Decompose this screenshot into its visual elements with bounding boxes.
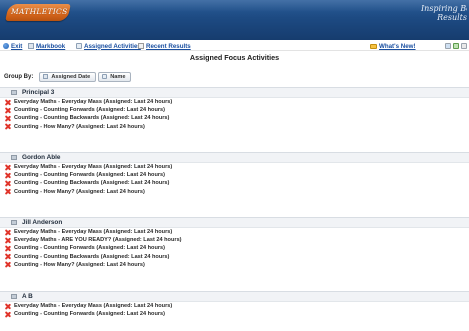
group-name: Jill Anderson [22,219,63,226]
exit-label[interactable]: Exit [11,43,22,50]
activity-text: Counting - Counting Forwards (Assigned: … [14,311,166,318]
delete-icon[interactable] [5,303,11,309]
logo-text: MATHLETICS [11,7,68,16]
activity-text: Counting - How Many? (Assigned: Last 24 … [14,188,145,195]
delete-icon[interactable] [5,115,11,121]
list-item[interactable]: Counting - Counting Backwards (Assigned:… [0,114,469,122]
tagline-line-1: Inspiring Bet [421,4,467,13]
page-title: Assigned Focus Activities [189,53,280,62]
list-item[interactable]: Counting - Counting Forwards (Assigned: … [0,106,469,114]
group-header[interactable]: Principal 3 [0,87,469,98]
activity-text: Everyday Maths - Everyday Mass (Assigned… [14,164,173,171]
calendar-icon [43,74,49,79]
delete-icon[interactable] [5,172,11,178]
activity-text: Counting - Counting Backwards (Assigned:… [14,115,170,122]
group-by-assigned-date-label: Assigned Date [51,73,91,80]
list-item[interactable]: Counting - Counting Forwards (Assigned: … [0,171,469,179]
list-item[interactable]: Counting - Counting Backwards (Assigned:… [0,253,469,261]
group-jill-anderson: Jill Anderson Everyday Maths - Everyday … [0,217,469,269]
activity-text: Counting - How Many? (Assigned: Last 24 … [14,123,145,130]
group-a-b: A B Everyday Maths - Everyday Mass (Assi… [0,291,469,318]
assigned-activities-icon [76,43,82,49]
activity-text: Everyday Maths - Everyday Mass (Assigned… [14,99,173,106]
group-gordon-able: Gordon Able Everyday Maths - Everyday Ma… [0,152,469,196]
delete-icon[interactable] [5,124,11,130]
markbook-label[interactable]: Markbook [36,43,65,50]
group-principal-3: Principal 3 Everyday Maths - Everyday Ma… [0,87,469,131]
activity-text: Counting - Counting Backwards (Assigned:… [14,180,170,187]
markbook-icon [28,43,34,49]
recent-results-icon [138,43,144,49]
name-icon [102,74,108,79]
activity-text: Everyday Maths - ARE YOU READY? (Assigne… [14,237,182,244]
delete-icon[interactable] [5,245,11,251]
group-by-bar: Group By: Assigned Date Name [4,71,133,82]
list-item[interactable]: Everyday Maths - Everyday Mass (Assigned… [0,163,469,171]
whats-new-label[interactable]: What's New! [379,43,416,50]
collapse-icon[interactable] [11,220,17,225]
group-by-assigned-date-button[interactable]: Assigned Date [39,71,97,82]
group-by-label: Group By: [4,73,34,80]
exit-link[interactable]: Exit [3,42,22,50]
list-item[interactable]: Counting - How Many? (Assigned: Last 24 … [0,261,469,269]
activity-text: Counting - How Many? (Assigned: Last 24 … [14,261,145,268]
delete-icon[interactable] [5,164,11,170]
activity-text: Everyday Maths - Everyday Mass (Assigned… [14,229,173,236]
collapse-icon[interactable] [11,155,17,160]
group-name: Principal 3 [22,89,55,96]
toolbar: Exit Markbook Assigned Activities Recent… [0,40,469,51]
list-item[interactable]: Everyday Maths - ARE YOU READY? (Assigne… [0,236,469,244]
list-item[interactable]: Counting - Counting Forwards (Assigned: … [0,244,469,252]
toolbar-mini-icons [443,42,467,50]
delete-icon[interactable] [5,237,11,243]
delete-icon[interactable] [5,254,11,260]
tagline: Inspiring Bet Results [421,4,467,22]
group-header[interactable]: Gordon Able [0,152,469,163]
delete-icon[interactable] [5,189,11,195]
activity-text: Counting - Counting Forwards (Assigned: … [14,172,166,179]
list-item[interactable]: Counting - How Many? (Assigned: Last 24 … [0,123,469,131]
activity-text: Counting - Counting Forwards (Assigned: … [14,245,166,252]
group-by-name-label: Name [110,73,126,80]
list-item[interactable]: Everyday Maths - Everyday Mass (Assigned… [0,228,469,236]
delete-icon[interactable] [5,107,11,113]
export-icon[interactable] [453,43,459,49]
markbook-link[interactable]: Markbook [28,42,65,50]
group-name: A B [22,293,33,300]
assigned-activities-label[interactable]: Assigned Activities [84,43,141,50]
delete-icon[interactable] [5,262,11,268]
whats-new-icon [370,43,377,49]
print-icon[interactable] [445,43,451,49]
activity-text: Counting - Counting Forwards (Assigned: … [14,107,166,114]
list-item[interactable]: Counting - Counting Backwards (Assigned:… [0,179,469,187]
list-item[interactable]: Everyday Maths - Everyday Mass (Assigned… [0,302,469,310]
list-item[interactable]: Everyday Maths - Everyday Mass (Assigned… [0,98,469,106]
help-icon[interactable] [461,43,467,49]
recent-results-label[interactable]: Recent Results [146,43,191,50]
delete-icon[interactable] [5,229,11,235]
group-header[interactable]: Jill Anderson [0,217,469,228]
whats-new-link[interactable]: What's New! [370,42,416,50]
activity-text: Counting - Counting Backwards (Assigned:… [14,253,170,260]
group-by-name-button[interactable]: Name [98,71,132,82]
list-item[interactable]: Counting - How Many? (Assigned: Last 24 … [0,188,469,196]
delete-icon[interactable] [5,99,11,105]
collapse-icon[interactable] [11,90,17,95]
group-header[interactable]: A B [0,291,469,302]
delete-icon[interactable] [5,180,11,186]
assigned-activities-link[interactable]: Assigned Activities [76,42,141,50]
list-item[interactable]: Counting - Counting Forwards (Assigned: … [0,310,469,318]
tagline-line-2: Results [437,13,467,22]
recent-results-link[interactable]: Recent Results [138,42,191,50]
header-banner: MATHLETICS Inspiring Bet Results [0,0,469,40]
group-name: Gordon Able [22,154,61,161]
activity-text: Everyday Maths - Everyday Mass (Assigned… [14,303,173,310]
delete-icon[interactable] [5,311,11,317]
exit-icon [3,43,9,49]
collapse-icon[interactable] [11,294,17,299]
